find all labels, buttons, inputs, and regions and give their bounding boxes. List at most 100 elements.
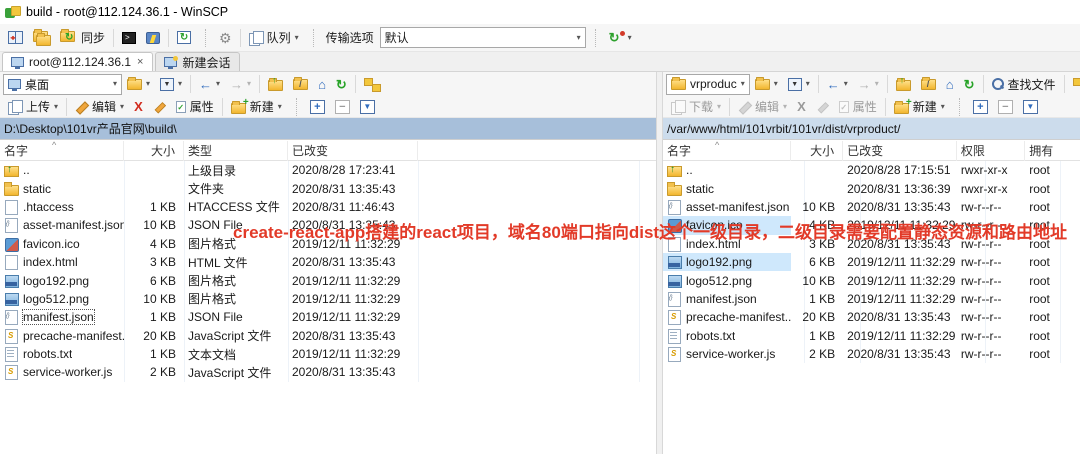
column-header-perms[interactable]: 权限 xyxy=(957,141,1026,161)
back-icon: ← xyxy=(199,76,213,92)
remote-parent-directory-button[interactable]: ↑ xyxy=(891,72,916,96)
file-row[interactable]: .. 上级目录 2020/8/28 17:23:41 xyxy=(0,161,656,179)
toggle-panels-button[interactable] xyxy=(3,26,28,50)
refresh-session-button[interactable]: ↻ xyxy=(172,26,196,50)
file-cell-type: HTACCESS 文件 xyxy=(188,200,280,215)
remote-collapse-button[interactable]: − xyxy=(993,95,1018,119)
download-button[interactable]: 下载 ▾ xyxy=(666,95,726,119)
local-home-directory-button[interactable]: ⌂ xyxy=(313,72,331,96)
remote-delete-button[interactable]: X xyxy=(792,95,811,119)
preferences-button[interactable]: ⚙ xyxy=(214,26,237,50)
filter-icon: ▼ xyxy=(1022,99,1038,114)
file-row[interactable]: logo512.png 10 KB 图片格式 2019/12/11 11:32:29 xyxy=(0,290,656,308)
separator xyxy=(886,75,888,93)
open-terminal-button[interactable]: > xyxy=(117,26,141,50)
file-row[interactable]: service-worker.js 2 KB JavaScript 文件 2020/8… xyxy=(0,363,656,381)
file-row[interactable]: asset-manifest.json 10 KB 2020/8/31 13:35:… xyxy=(663,198,1080,216)
remote-properties-button[interactable]: ✓ 属性 xyxy=(834,95,882,119)
local-edit-button[interactable]: 编辑 ▾ xyxy=(70,95,129,119)
remote-expand-button[interactable]: + xyxy=(968,95,993,119)
remote-edit-button[interactable]: 编辑 ▾ xyxy=(733,95,792,119)
remote-location-select[interactable]: vrproduc ▾ xyxy=(666,73,750,95)
folder-icon xyxy=(4,181,19,196)
transfer-preset-select[interactable]: 默认 ▾ xyxy=(379,27,586,48)
properties-icon: ✓ xyxy=(175,100,186,113)
local-collapse-button[interactable]: − xyxy=(330,95,355,119)
file-row[interactable]: favicon.ico 4 KB 图片格式 2019/12/11 11:32:29 xyxy=(0,235,656,253)
local-refresh-button[interactable]: ↻ xyxy=(331,72,352,96)
file-row[interactable]: asset-manifest.json 10 KB JSON File 2020/8/… xyxy=(0,216,656,234)
file-row[interactable]: manifest.json 1 KB JSON File 2019/12/11 11:… xyxy=(0,308,656,326)
local-location-select[interactable]: 桌面 ▾ xyxy=(3,73,122,95)
synchronize-button[interactable]: ↻ 同步 xyxy=(55,26,110,50)
remote-filter-list-button[interactable]: ▼ xyxy=(1018,95,1043,119)
file-row[interactable]: .. 2020/8/28 17:15:51 rwxr-xr-x root xyxy=(663,161,1080,179)
file-cell-size: 10 KB xyxy=(143,218,176,233)
remote-forward-button[interactable]: → ▾ xyxy=(853,72,884,96)
column-header-name[interactable]: 名字 xyxy=(663,141,792,161)
local-rename-button[interactable] xyxy=(148,95,171,119)
file-row[interactable]: .htaccess 1 KB HTACCESS 文件 2020/8/31 11:46:… xyxy=(0,198,656,216)
local-root-directory-button[interactable]: / xyxy=(288,72,313,96)
local-properties-button[interactable]: ✓ 属性 xyxy=(171,95,219,119)
column-header-size[interactable]: 大小 xyxy=(791,141,844,161)
close-icon[interactable]: × xyxy=(136,56,144,68)
local-delete-button[interactable]: X xyxy=(129,95,148,119)
find-files-button[interactable]: 查找文件 xyxy=(987,72,1061,96)
new-session-tab[interactable]: 新建会话 xyxy=(155,52,240,71)
remote-rename-button[interactable] xyxy=(811,95,834,119)
column-header-name[interactable]: 名字 xyxy=(0,141,124,161)
file-row[interactable]: robots.txt 1 KB 2019/12/11 11:32:29 rw-r--r… xyxy=(663,327,1080,345)
local-forward-button[interactable]: → ▾ xyxy=(225,72,256,96)
local-directory-tree-button[interactable] xyxy=(359,72,385,96)
local-open-directory-button[interactable]: ▾ xyxy=(122,72,155,96)
queue-button[interactable]: 队列 ▾ xyxy=(244,26,304,50)
file-row[interactable]: logo512.png 10 KB 2019/12/11 11:32:29 rw-r-… xyxy=(663,271,1080,289)
file-cell-name: precache-manifest.... xyxy=(0,327,124,345)
separator xyxy=(259,75,261,93)
transfer-settings-button[interactable]: ↻ ▾ xyxy=(604,26,637,50)
json-icon xyxy=(4,218,19,234)
file-row[interactable]: logo192.png 6 KB 2019/12/11 11:32:29 rw-r--… xyxy=(663,252,1080,272)
local-new-button[interactable]: 新建 ▾ xyxy=(226,95,287,119)
remote-back-button[interactable]: ← ▾ xyxy=(822,72,853,96)
file-row[interactable]: index.html 3 KB HTML 文件 2020/8/31 13:35:43 xyxy=(0,253,656,271)
file-row[interactable]: index.html 3 KB 2020/8/31 13:35:43 rw-r--r-… xyxy=(663,235,1080,253)
panel-splitter[interactable] xyxy=(656,72,663,454)
local-filter-list-button[interactable]: ▼ xyxy=(355,95,380,119)
folder-open-icon xyxy=(127,76,142,90)
file-row[interactable]: manifest.json 1 KB 2019/12/11 11:32:29 rw-r… xyxy=(663,290,1080,308)
column-header-changed[interactable]: 已改变 xyxy=(288,141,418,161)
local-filter-button[interactable]: ▼ ▾ xyxy=(155,72,187,96)
session-tab-active[interactable]: root@112.124.36.1 × xyxy=(2,52,154,71)
file-row[interactable]: service-worker.js 2 KB 2020/8/31 13:35:43 r… xyxy=(663,345,1080,363)
remote-open-directory-button[interactable]: ▾ xyxy=(750,72,783,96)
local-back-button[interactable]: ← ▾ xyxy=(194,72,225,96)
remote-root-directory-button[interactable]: / xyxy=(916,72,941,96)
column-header-type[interactable]: 类型 xyxy=(184,141,288,161)
open-putty-button[interactable] xyxy=(141,26,165,50)
synchronize-browsing-button[interactable] xyxy=(28,26,55,50)
column-header-changed[interactable]: 已改变 xyxy=(843,141,957,161)
local-expand-button[interactable]: + xyxy=(305,95,330,119)
remote-home-directory-button[interactable]: ⌂ xyxy=(941,72,959,96)
file-row[interactable]: favicon.ico 4 KB 2019/12/11 11:32:29 rw-r--… xyxy=(663,216,1080,235)
file-row[interactable]: static 2020/8/31 13:36:39 rwxr-xr-x root xyxy=(663,179,1080,197)
remote-path-bar[interactable]: /var/www/html/101vrbit/101vr/dist/vrprod… xyxy=(663,118,1080,140)
file-row[interactable]: static 文件夹 2020/8/31 13:35:43 xyxy=(0,179,656,197)
file-row[interactable]: logo192.png 6 KB 图片格式 2019/12/11 11:32:29 xyxy=(0,271,656,289)
file-row[interactable]: precache-manifest.... 20 KB 2020/8/31 13:3… xyxy=(663,308,1080,326)
png-icon xyxy=(4,274,19,288)
local-parent-directory-button[interactable]: ↑ xyxy=(263,72,288,96)
local-navigation-toolbar: 桌面 ▾ ▾ ▼ ▾ ← ▾ → ▾ ↑ / ⌂ ↻ xyxy=(0,72,656,96)
column-header-size[interactable]: 大小 xyxy=(124,141,184,161)
file-row[interactable]: precache-manifest.... 20 KB JavaScript 文件 2… xyxy=(0,327,656,345)
file-row[interactable]: robots.txt 1 KB 文本文档 2019/12/11 11:32:29 xyxy=(0,345,656,363)
remote-filter-button[interactable]: ▼ ▾ xyxy=(783,72,815,96)
remote-new-button[interactable]: 新建 ▾ xyxy=(889,95,950,119)
remote-refresh-button[interactable]: ↻ xyxy=(959,72,980,96)
local-path-bar[interactable]: D:\Desktop\101vr产品官网\build\ xyxy=(0,118,656,140)
remote-directory-tree-button[interactable] xyxy=(1068,72,1080,96)
column-header-owner[interactable]: 拥有 xyxy=(1025,141,1080,161)
upload-button[interactable]: 上传 ▾ xyxy=(3,95,63,119)
